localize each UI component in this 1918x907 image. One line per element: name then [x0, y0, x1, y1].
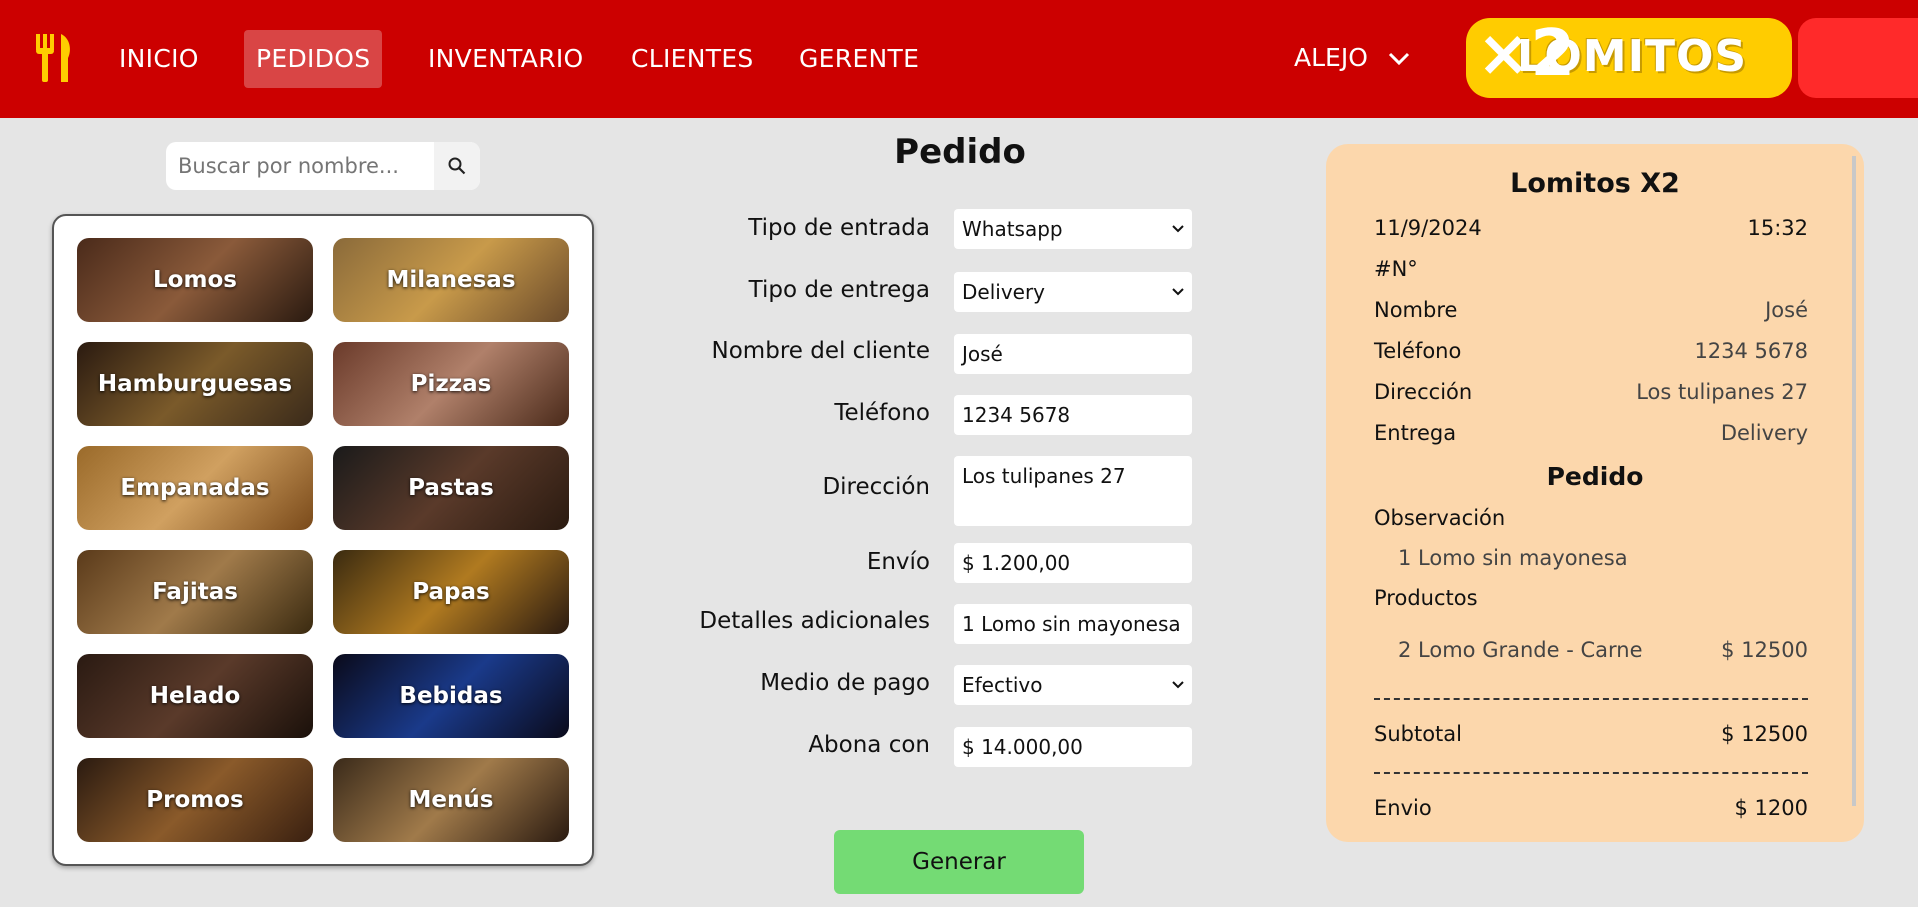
- receipt-number: #N°: [1374, 257, 1808, 281]
- receipt-datetime: 11/9/2024 15:32: [1374, 216, 1808, 240]
- fork-knife-icon[interactable]: [34, 34, 74, 82]
- category-pastas[interactable]: Pastas: [333, 446, 569, 530]
- category-milanesas[interactable]: Milanesas: [333, 238, 569, 322]
- receipt-products-label-text: Productos: [1374, 586, 1478, 610]
- receipt-order-heading: Pedido: [1546, 462, 1644, 491]
- delivery-type-value: Delivery: [962, 280, 1046, 304]
- order-form-title: Pedido: [894, 132, 1026, 172]
- nav-inventario[interactable]: INVENTARIO: [416, 30, 596, 88]
- receipt-preview[interactable]: Lomitos X2 11/9/2024 15:32 #N° Nombre Jo…: [1326, 144, 1864, 842]
- receipt-products-label: Productos: [1374, 586, 1808, 610]
- receipt-delivery-label: Entrega: [1374, 421, 1457, 445]
- receipt-date: 11/9/2024: [1374, 216, 1482, 240]
- receipt-subtotal-row: Subtotal $ 12500: [1374, 722, 1808, 746]
- receipt-phone-value: 1234 5678: [1694, 339, 1808, 363]
- receipt-product-name: 2 Lomo Grande - Carne: [1398, 638, 1643, 662]
- category-pizzas[interactable]: Pizzas: [333, 342, 569, 426]
- details-label: Detalles adicionales: [699, 608, 930, 634]
- receipt-address-label: Dirección: [1374, 380, 1473, 404]
- delivery-type-label: Tipo de entrega: [748, 277, 930, 303]
- delivery-type-select[interactable]: Delivery: [954, 272, 1192, 312]
- search-icon: [448, 157, 466, 175]
- generate-button[interactable]: Generar: [834, 830, 1084, 894]
- nav-pedidos[interactable]: PEDIDOS: [244, 30, 383, 88]
- receipt-address-value: Los tulipanes 27: [1636, 380, 1808, 404]
- entry-type-label: Tipo de entrada: [748, 215, 930, 241]
- nav-inicio[interactable]: INICIO: [107, 30, 211, 88]
- user-name: ALEJO: [1294, 43, 1368, 72]
- category-bebidas[interactable]: Bebidas: [333, 654, 569, 738]
- brand-logo: LOMITOS ×2: [1466, 18, 1918, 100]
- search-button[interactable]: [434, 142, 480, 190]
- category-hamburguesas[interactable]: Hamburguesas: [77, 342, 313, 426]
- user-menu[interactable]: ALEJO: [1294, 38, 1410, 78]
- chevron-down-icon: [1172, 288, 1184, 296]
- pays-with-input[interactable]: $ 14.000,00: [954, 727, 1192, 767]
- category-helado[interactable]: Helado: [77, 654, 313, 738]
- receipt-name-row: Nombre José: [1374, 298, 1808, 322]
- receipt-shipping-value: $ 1200: [1734, 796, 1808, 820]
- receipt-subtotal-label: Subtotal: [1374, 722, 1462, 746]
- receipt-number-label: #N°: [1374, 257, 1418, 281]
- shipping-input[interactable]: $ 1.200,00: [954, 543, 1192, 583]
- category-papas[interactable]: Papas: [333, 550, 569, 634]
- client-name-label: Nombre del cliente: [711, 338, 930, 364]
- top-navbar: INICIO PEDIDOS INVENTARIO CLIENTES GEREN…: [0, 0, 1918, 118]
- receipt-title: Lomitos X2: [1510, 168, 1680, 199]
- payment-value: Efectivo: [962, 673, 1043, 697]
- receipt-subtotal-value: $ 12500: [1721, 722, 1808, 746]
- receipt-observation-label: Observación: [1374, 506, 1808, 530]
- phone-input[interactable]: 1234 5678: [954, 395, 1192, 435]
- entry-type-value: Whatsapp: [962, 217, 1063, 241]
- receipt-address-row: Dirección Los tulipanes 27: [1374, 380, 1808, 404]
- entry-type-select[interactable]: Whatsapp: [954, 209, 1192, 249]
- brand-logo-badge: ×2: [1476, 17, 1576, 91]
- receipt-divider: [1374, 772, 1808, 774]
- receipt-product-row: 2 Lomo Grande - Carne $ 12500: [1374, 638, 1808, 662]
- address-label: Dirección: [822, 474, 930, 500]
- address-textarea[interactable]: Los tulipanes 27: [954, 456, 1192, 526]
- receipt-observation: 1 Lomo sin mayonesa: [1374, 546, 1808, 570]
- receipt-name-label: Nombre: [1374, 298, 1458, 322]
- client-name-input[interactable]: José: [954, 334, 1192, 374]
- category-menus[interactable]: Menús: [333, 758, 569, 842]
- receipt-name-value: José: [1765, 298, 1808, 322]
- nav-gerente[interactable]: GERENTE: [787, 30, 931, 88]
- category-fajitas[interactable]: Fajitas: [77, 550, 313, 634]
- payment-select[interactable]: Efectivo: [954, 665, 1192, 705]
- search-input[interactable]: [166, 142, 432, 190]
- receipt-delivery-row: Entrega Delivery: [1374, 421, 1808, 445]
- chevron-down-icon: [1388, 52, 1409, 66]
- shipping-label: Envío: [866, 549, 930, 575]
- category-lomos[interactable]: Lomos: [77, 238, 313, 322]
- receipt-phone-label: Teléfono: [1374, 339, 1462, 363]
- phone-label: Teléfono: [834, 400, 930, 426]
- receipt-shipping-row: Envio $ 1200: [1374, 796, 1808, 820]
- category-promos[interactable]: Promos: [77, 758, 313, 842]
- payment-label: Medio de pago: [760, 670, 930, 696]
- receipt-observation-label-text: Observación: [1374, 506, 1506, 530]
- details-input[interactable]: 1 Lomo sin mayonesa: [954, 604, 1192, 644]
- category-empanadas[interactable]: Empanadas: [77, 446, 313, 530]
- search-bar: [166, 142, 480, 190]
- receipt-phone-row: Teléfono 1234 5678: [1374, 339, 1808, 363]
- chevron-down-icon: [1172, 681, 1184, 689]
- chevron-down-icon: [1172, 225, 1184, 233]
- receipt-delivery-value: Delivery: [1720, 421, 1808, 445]
- receipt-time: 15:32: [1747, 216, 1808, 240]
- category-panel: Lomos Milanesas Hamburguesas Pizzas Empa…: [52, 214, 594, 866]
- receipt-divider: [1374, 698, 1808, 700]
- pays-with-label: Abona con: [808, 732, 930, 758]
- receipt-product-price: $ 12500: [1721, 638, 1808, 662]
- receipt-shipping-label: Envio: [1374, 796, 1432, 820]
- receipt-observation-text: 1 Lomo sin mayonesa: [1398, 546, 1628, 570]
- nav-clientes[interactable]: CLIENTES: [619, 30, 766, 88]
